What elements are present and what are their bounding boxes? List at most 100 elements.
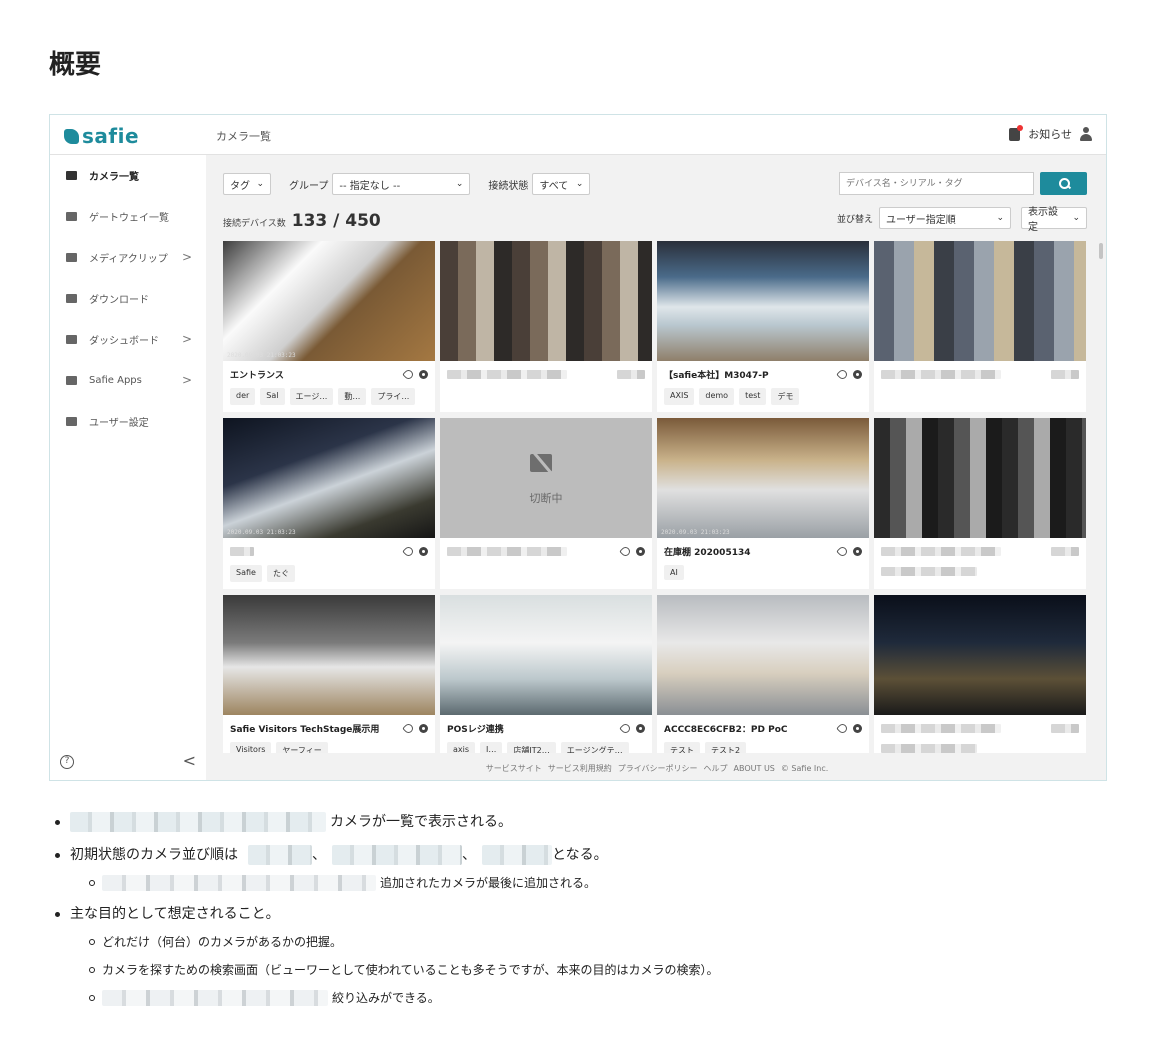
device-search-input[interactable] [839, 172, 1034, 195]
camera-thumbnail[interactable] [440, 595, 652, 715]
camera-tag[interactable]: Sal [260, 388, 285, 405]
tag-icon[interactable] [402, 367, 415, 381]
camera-thumbnail[interactable]: 2020.09.03 21:03:23 [223, 418, 435, 538]
display-settings-label: 表示設定 [1028, 207, 1058, 233]
camera-card[interactable]: ACCC8EC6CFB2：PD PoC テスト テスト2 [657, 595, 869, 753]
gear-icon[interactable] [853, 546, 862, 556]
camera-offline-thumbnail[interactable]: 切断中 [440, 418, 652, 538]
tag-icon[interactable] [836, 544, 849, 558]
tag-icon[interactable] [619, 721, 632, 735]
gear-icon[interactable] [636, 546, 645, 556]
camera-thumbnail[interactable] [657, 241, 869, 361]
gear-icon[interactable] [419, 723, 428, 733]
camera-thumbnail[interactable] [657, 595, 869, 715]
camera-tag[interactable]: エージングテ… [560, 742, 629, 753]
camera-thumbnail[interactable] [874, 595, 1086, 715]
camera-tag[interactable]: プライ… [371, 388, 416, 405]
search-button[interactable] [1040, 172, 1087, 195]
camera-tag[interactable]: demo [699, 388, 735, 405]
camera-tag[interactable]: I… [480, 742, 503, 753]
tag-icon[interactable] [402, 721, 415, 735]
camera-card[interactable]: Safie Visitors TechStage展示用 Visitors ヤーフィー [223, 595, 435, 753]
sidebar-item-3[interactable]: ダウンロード [50, 278, 206, 319]
sidebar-item-0[interactable]: カメラ一覧 [50, 155, 206, 196]
group-filter-select[interactable]: -- 指定なし -- ⌄ [332, 173, 471, 195]
camera-card[interactable] [874, 241, 1086, 412]
camera-tag[interactable]: der [230, 388, 256, 405]
gear-icon[interactable] [419, 546, 428, 556]
gear-icon[interactable] [853, 369, 862, 379]
camera-thumbnail[interactable]: 2020.09.03 21:03:23 [657, 418, 869, 538]
footer-link[interactable]: プライバシーポリシー [618, 764, 698, 773]
camera-card[interactable] [874, 418, 1086, 589]
tag-icon[interactable] [836, 721, 849, 735]
footer-link[interactable]: ABOUT US [734, 764, 775, 773]
camera-tag[interactable]: たぐ [266, 565, 295, 582]
camera-thumbnail[interactable] [874, 241, 1086, 361]
camera-tag[interactable]: テスト [664, 742, 700, 753]
redacted-text [102, 990, 328, 1006]
camera-tags: AI [664, 565, 862, 580]
camera-tag[interactable]: axis [447, 742, 476, 753]
camera-thumbnail[interactable]: 2020.09.03 21:03:23 [223, 241, 435, 361]
footer-link[interactable]: サービス利用規約 [548, 764, 612, 773]
gear-icon[interactable] [853, 723, 862, 733]
sidebar: カメラ一覧 ゲートウェイ一覧 メディアクリップ > ダウンロード ダッシュボード > Safi… [50, 155, 206, 780]
notification-icon[interactable] [1009, 124, 1024, 141]
sidebar-item-2[interactable]: メディアクリップ > [50, 237, 206, 278]
note-text: カメラを探すための検索画面（ビューワーとして使われていることも多そうですが、本来… [102, 963, 719, 977]
user-icon[interactable] [1080, 127, 1092, 141]
camera-card[interactable]: 【safie本社】M3047-P AXIS demo test デモ [657, 241, 869, 412]
camera-tag[interactable]: Safie [230, 565, 262, 582]
camera-card[interactable] [440, 241, 652, 412]
safie-logo[interactable]: safie [64, 124, 139, 148]
sort-select[interactable]: ユーザー指定順 ⌄ [879, 207, 1011, 229]
camera-thumbnail[interactable] [223, 595, 435, 715]
collapse-sidebar-icon[interactable]: < [183, 751, 196, 770]
camera-tag[interactable]: エージ… [289, 388, 334, 405]
gear-icon[interactable] [636, 723, 645, 733]
footer-link[interactable]: サービスサイト [486, 764, 542, 773]
tag-icon[interactable] [836, 367, 849, 381]
sidebar-item-4[interactable]: ダッシュボード > [50, 319, 206, 360]
sidebar-item-label: ゲートウェイ一覧 [89, 213, 169, 224]
tag-icon[interactable] [619, 544, 632, 558]
display-settings-button[interactable]: 表示設定 ⌄ [1021, 207, 1087, 233]
sidebar-item-5[interactable]: Safie Apps > [50, 360, 206, 401]
camera-tag[interactable]: AI [664, 565, 684, 580]
camera-name: Safie Visitors TechStage展示用 [230, 724, 380, 735]
device-count-value: 133 / 450 [291, 211, 381, 231]
camera-tag[interactable]: 動… [338, 388, 367, 405]
tag-icon[interactable] [402, 544, 415, 558]
notifications-link[interactable]: お知らせ [1028, 126, 1072, 142]
camera-card[interactable] [874, 595, 1086, 753]
note-text: 初期状態のカメラ並び順は [70, 847, 238, 863]
camera-card[interactable]: 2020.09.03 21:03:23 Safie たぐ [223, 418, 435, 589]
camera-card[interactable]: 切断中 [440, 418, 652, 589]
camera-thumbnail[interactable] [874, 418, 1086, 538]
sidebar-item-6[interactable]: ユーザー設定 [50, 401, 206, 442]
redacted-actions [1051, 546, 1079, 556]
scrollbar[interactable] [1099, 243, 1103, 259]
camera-thumbnail[interactable] [440, 241, 652, 361]
camera-name: エントランス [230, 370, 284, 381]
footer-link[interactable]: © Safie Inc. [781, 764, 828, 773]
gear-icon[interactable] [419, 369, 428, 379]
sidebar-item-label: Safie Apps [89, 375, 142, 386]
footer-link[interactable]: ヘルプ [704, 764, 728, 773]
camera-card[interactable]: 2020.09.03 21:03:23 在庫棚 202005134 AI [657, 418, 869, 589]
camera-tag[interactable]: test [739, 388, 767, 405]
camera-card[interactable]: POSレジ連携 axis I… 店舗IT2… エージングテ… [440, 595, 652, 753]
tag-filter-select[interactable]: タグ ⌄ [223, 173, 271, 195]
sidebar-item-1[interactable]: ゲートウェイ一覧 [50, 196, 206, 237]
camera-tag[interactable]: 店舗IT2… [507, 742, 556, 753]
camera-card[interactable]: 2020.09.03 21:03:23 エントランス der Sal エージ… 動… プライ… [223, 241, 435, 412]
camera-tag[interactable]: AXIS [664, 388, 695, 405]
device-count-label: 接続デバイス数 [223, 219, 286, 229]
help-icon[interactable]: ? [60, 755, 74, 769]
status-filter-select[interactable]: すべて ⌄ [532, 173, 591, 195]
camera-tag[interactable]: テスト2 [705, 742, 747, 753]
camera-tag[interactable]: ヤーフィー [276, 742, 328, 753]
camera-tag[interactable]: デモ [771, 388, 800, 405]
camera-tag[interactable]: Visitors [230, 742, 272, 753]
